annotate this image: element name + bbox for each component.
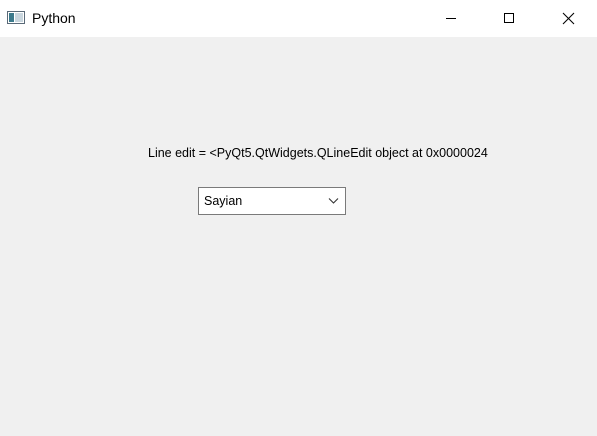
app-window: Python Line edit = <PyQt5.QtWidgets.QLin… (0, 0, 597, 436)
line-edit-label: Line edit = <PyQt5.QtWidgets.QLineEdit o… (148, 146, 488, 160)
minimize-icon (446, 18, 456, 19)
title-bar[interactable]: Python (0, 0, 597, 37)
client-area: Line edit = <PyQt5.QtWidgets.QLineEdit o… (0, 37, 597, 436)
chevron-down-icon[interactable] (328, 197, 339, 205)
python-window-icon (7, 11, 25, 24)
combo-box[interactable]: Sayian (198, 187, 346, 215)
close-icon (562, 12, 574, 24)
minimize-button[interactable] (422, 0, 480, 36)
window-title: Python (32, 10, 76, 26)
maximize-icon (504, 13, 514, 23)
combo-selected-value: Sayian (204, 194, 243, 208)
close-button[interactable] (539, 0, 597, 36)
maximize-button[interactable] (480, 0, 538, 36)
